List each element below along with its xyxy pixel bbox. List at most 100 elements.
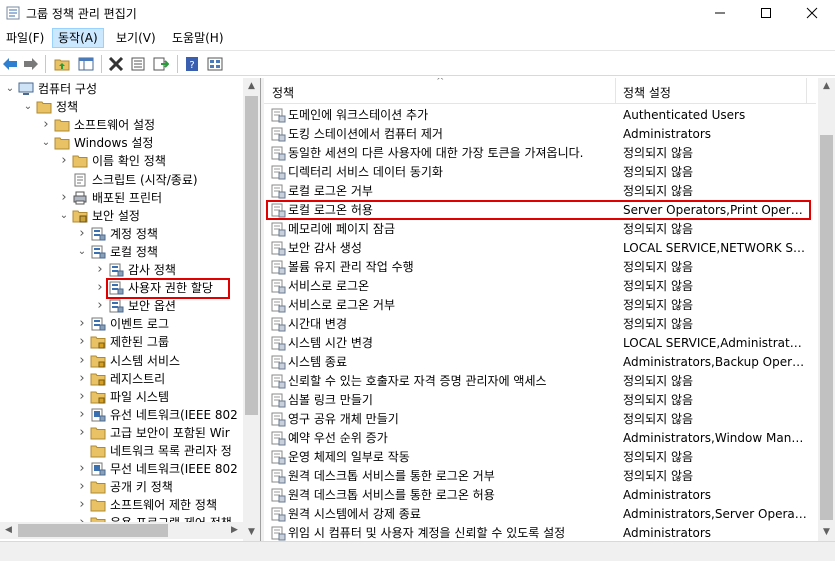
scroll-thumb[interactable] [18,524,168,537]
collapsed-arrow-icon[interactable]: › [76,496,88,514]
menu-help[interactable]: 도움말(H) [167,28,229,48]
close-button[interactable] [789,0,835,26]
tree-item[interactable]: › 소프트웨어 설정 [0,116,243,134]
tree-item[interactable]: › 파일 시스템 [0,388,243,406]
collapsed-arrow-icon[interactable]: › [76,406,88,424]
column-policy[interactable]: 정책 [272,84,294,101]
collapsed-arrow-icon[interactable]: › [76,225,88,243]
tree-item[interactable]: ⌄ 로컬 정책 [0,243,243,261]
policy-row[interactable]: 도킹 스테이션에서 컴퓨터 제거 Administrators [264,125,816,144]
scroll-right-icon[interactable]: ▶ [226,522,243,539]
collapsed-arrow-icon[interactable]: › [76,424,88,442]
view-button[interactable] [205,54,225,74]
tree-item[interactable]: › 제한된 그룹 [0,333,243,351]
maximize-button[interactable] [743,0,789,26]
expanded-arrow-icon[interactable]: ⌄ [4,80,16,98]
expanded-arrow-icon[interactable]: ⌄ [76,243,88,261]
column-divider[interactable] [806,78,807,104]
expanded-arrow-icon[interactable]: ⌄ [40,134,52,152]
collapsed-arrow-icon[interactable]: › [76,333,88,351]
policy-row[interactable]: 디렉터리 서비스 데이터 동기화 정의되지 않음 [264,163,816,182]
policy-row[interactable]: 시간대 변경 정의되지 않음 [264,315,816,334]
show-hide-tree-button[interactable] [76,54,96,74]
policy-row[interactable]: 메모리에 페이지 잠금 정의되지 않음 [264,220,816,239]
tree-item[interactable]: › 공개 키 정책 [0,478,243,496]
collapsed-arrow-icon[interactable]: › [76,460,88,478]
policy-row[interactable]: 서비스로 로그온 정의되지 않음 [264,277,816,296]
tree-horizontal-scrollbar[interactable]: ◀ ▶ [0,522,243,539]
tree-item[interactable]: 스크립트 (시작/종료) [0,171,243,189]
back-button[interactable] [0,54,20,74]
tree-item[interactable]: ⌄ 정책 [0,98,243,116]
policy-row[interactable]: 예약 우선 순위 증가 Administrators,Window Manag..… [264,429,816,448]
policy-row[interactable]: 영구 공유 개체 만들기 정의되지 않음 [264,410,816,429]
scroll-left-icon[interactable]: ◀ [0,522,17,539]
tree-item[interactable]: › 이름 확인 정책 [0,152,243,170]
scroll-up-icon[interactable]: ▲ [818,78,835,95]
tree-item[interactable]: ⌄ 보안 설정 [0,207,243,225]
tree-item[interactable]: › 유선 네트워크(IEEE 802 [0,406,243,424]
policy-row[interactable]: 신뢰할 수 있는 호출자로 자격 증명 관리자에 액세스 정의되지 않음 [264,372,816,391]
policy-row[interactable]: 심볼 링크 만들기 정의되지 않음 [264,391,816,410]
policy-row[interactable]: 원격 시스템에서 강제 종료 Administrators,Server Oper… [264,505,816,524]
tree-item[interactable]: › 레지스트리 [0,370,243,388]
column-policy-setting[interactable]: 정책 설정 [623,84,671,101]
collapsed-arrow-icon[interactable]: › [94,297,106,315]
policy-row[interactable]: 위임 시 컴퓨터 및 사용자 계정을 신뢰할 수 있도록 설정 Administr… [264,524,816,541]
tree-item[interactable]: ⌄ 컴퓨터 구성 [0,80,243,98]
collapsed-arrow-icon[interactable]: › [40,116,52,134]
policy-row[interactable]: 시스템 종료 Administrators,Backup Operato... [264,353,816,372]
menu-view[interactable]: 보기(V) [111,28,161,48]
tree-item[interactable]: › 시스템 서비스 [0,352,243,370]
collapsed-arrow-icon[interactable]: › [76,352,88,370]
tree-item[interactable]: › 소프트웨어 제한 정책 [0,496,243,514]
policy-row[interactable]: 원격 데스크톱 서비스를 통한 로그온 거부 정의되지 않음 [264,467,816,486]
policy-row[interactable]: 로컬 로그온 거부 정의되지 않음 [264,182,816,201]
collapsed-arrow-icon[interactable]: › [58,189,70,207]
properties-button[interactable] [128,54,148,74]
expanded-arrow-icon[interactable]: ⌄ [22,98,34,116]
policy-row[interactable]: 동일한 세션의 다른 사용자에 대한 가장 토큰을 가져옵니다. 정의되지 않음 [264,144,816,163]
policy-row[interactable]: 시스템 시간 변경 LOCAL SERVICE,Administrators... [264,334,816,353]
tree-item[interactable]: › 계정 정책 [0,225,243,243]
policy-row[interactable]: 서비스로 로그온 거부 정의되지 않음 [264,296,816,315]
scroll-up-icon[interactable]: ▲ [243,78,260,95]
tree-item[interactable]: 네트워크 목록 관리자 정 [0,442,243,460]
collapsed-arrow-icon[interactable]: › [76,315,88,333]
expanded-arrow-icon[interactable]: ⌄ [58,207,70,225]
tree-item[interactable]: › 고급 보안이 포함된 Wir [0,424,243,442]
collapsed-arrow-icon[interactable]: › [76,370,88,388]
scroll-down-icon[interactable]: ▼ [243,524,260,541]
up-folder-button[interactable] [52,54,72,74]
collapsed-arrow-icon[interactable]: › [94,261,106,279]
minimize-button[interactable] [697,0,743,26]
tree-vertical-scrollbar[interactable]: ▲ ▼ [243,78,260,541]
help-button[interactable]: ? [182,54,202,74]
column-divider[interactable] [615,78,616,104]
policy-row[interactable]: 운영 체제의 일부로 작동 정의되지 않음 [264,448,816,467]
collapsed-arrow-icon[interactable]: › [76,478,88,496]
delete-button[interactable] [106,54,126,74]
policy-row[interactable]: 볼륨 유지 관리 작업 수행 정의되지 않음 [264,258,816,277]
list-vertical-scrollbar[interactable]: ▲ ▼ [818,78,835,541]
policy-row[interactable]: 도메인에 워크스테이션 추가 Authenticated Users [264,106,816,125]
export-list-button[interactable] [151,54,171,74]
tree-item[interactable]: ⌄ Windows 설정 [0,134,243,152]
tree-item[interactable]: › 배포된 프린터 [0,189,243,207]
forward-button[interactable] [21,54,41,74]
scroll-thumb[interactable] [820,135,833,520]
policy-row[interactable]: 원격 데스크톱 서비스를 통한 로그온 허용 Administrators [264,486,816,505]
tree-item[interactable]: › 보안 옵션 [0,297,243,315]
scroll-down-icon[interactable]: ▼ [818,524,835,541]
tree-item[interactable]: › 무선 네트워크(IEEE 802 [0,460,243,478]
menu-action[interactable]: 동작(A) [52,28,104,48]
scroll-thumb[interactable] [245,96,258,415]
menu-file[interactable]: 파일(F) [1,28,49,48]
policy-row[interactable]: 보안 감사 생성 LOCAL SERVICE,NETWORK SER... [264,239,816,258]
tree-item[interactable]: › 감사 정책 [0,261,243,279]
tree-item[interactable]: › 사용자 권한 할당 [0,278,243,300]
collapsed-arrow-icon[interactable]: › [94,279,106,297]
tree-item[interactable]: › 이벤트 로그 [0,315,243,333]
collapsed-arrow-icon[interactable]: › [76,388,88,406]
collapsed-arrow-icon[interactable]: › [58,152,70,170]
